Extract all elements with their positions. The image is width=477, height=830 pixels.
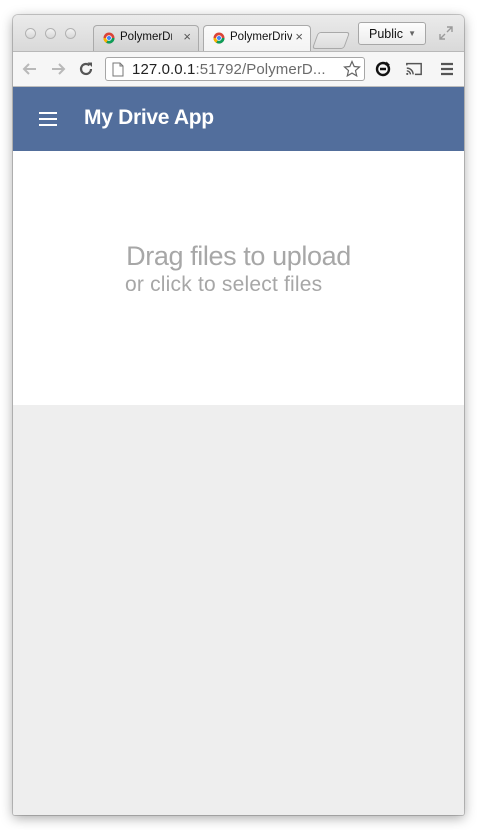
address-bar[interactable]: 127.0.0.1:51792/PolymerD... — [105, 57, 365, 81]
reload-icon[interactable] — [77, 60, 95, 78]
chrome-favicon-icon — [103, 32, 115, 44]
select-instruction: or click to select files — [125, 273, 323, 296]
url-path: :51792/PolymerD... — [195, 61, 326, 78]
chrome-menu-icon[interactable] — [438, 60, 456, 78]
cast-icon[interactable] — [405, 60, 423, 78]
browser-toolbar: 127.0.0.1:51792/PolymerD... — [13, 51, 464, 87]
empty-content-area — [13, 405, 464, 815]
tab-strip: PolymerDri × PolymerDrive × Public ▼ — [13, 15, 464, 51]
forward-arrow-icon[interactable] — [49, 60, 67, 78]
app-title: My Drive App — [84, 106, 214, 129]
browser-window: PolymerDri × PolymerDrive × Public ▼ — [13, 15, 464, 815]
tab-2[interactable]: PolymerDrive × — [203, 25, 311, 51]
page-icon — [112, 62, 124, 77]
hamburger-menu-icon[interactable] — [38, 111, 58, 127]
file-drop-zone[interactable]: Drag files to upload or click to select … — [13, 151, 464, 405]
fullscreen-icon[interactable] — [438, 25, 454, 41]
close-window-button[interactable] — [25, 28, 36, 39]
tab-1[interactable]: PolymerDri × — [93, 25, 199, 51]
bookmark-star-icon[interactable] — [343, 60, 361, 78]
sync-extension-icon[interactable] — [374, 60, 392, 78]
drop-instruction: Drag files to upload — [126, 241, 351, 271]
url-host: 127.0.0.1 — [132, 61, 196, 78]
back-arrow-icon[interactable] — [21, 60, 39, 78]
profile-label: Public — [369, 27, 404, 41]
tab-close-icon[interactable]: × — [183, 29, 191, 45]
url-text: 127.0.0.1:51792/PolymerD... — [132, 61, 326, 78]
app-toolbar: My Drive App — [13, 87, 464, 151]
chrome-favicon-icon — [213, 32, 225, 44]
tab-close-icon[interactable]: × — [295, 29, 303, 45]
profile-button[interactable]: Public ▼ — [358, 22, 426, 45]
caret-down-icon: ▼ — [408, 29, 416, 38]
zoom-window-button[interactable] — [65, 28, 76, 39]
new-tab-button[interactable] — [311, 32, 351, 49]
minimize-window-button[interactable] — [45, 28, 56, 39]
tab-title: PolymerDrive — [230, 31, 292, 43]
tab-title: PolymerDri — [120, 31, 172, 43]
